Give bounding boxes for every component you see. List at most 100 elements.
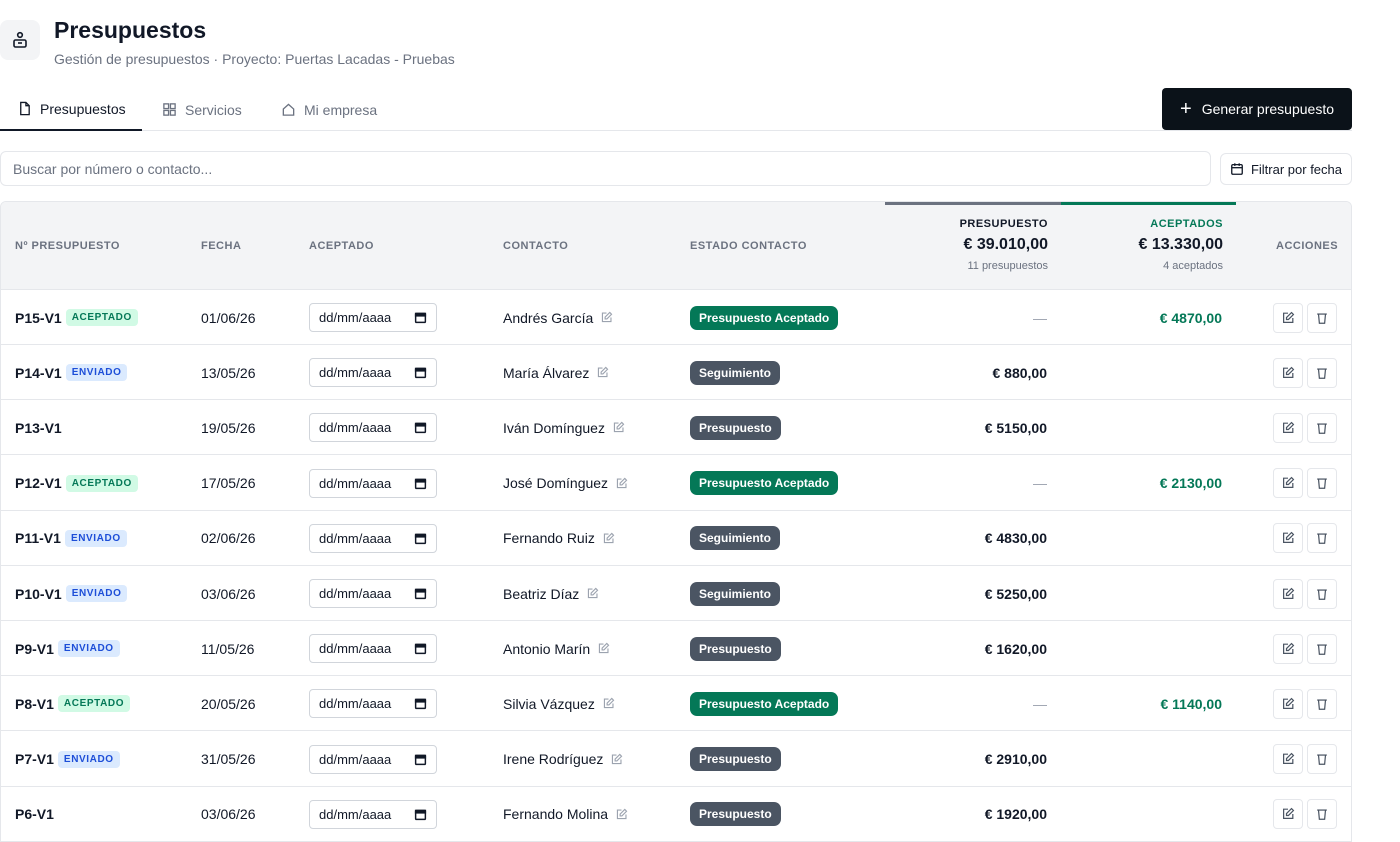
- edit-icon: [1283, 642, 1295, 654]
- contact-cell: Fernando Ruiz: [503, 511, 615, 566]
- date-placeholder: dd/mm/aaaa: [319, 365, 392, 381]
- contact-name[interactable]: Iván Domínguez: [503, 420, 605, 436]
- row-actions: [1273, 400, 1337, 455]
- accepted-date-input[interactable]: dd/mm/aaaa: [309, 579, 437, 608]
- search-input[interactable]: [0, 151, 1211, 186]
- trash-icon: [1317, 699, 1327, 710]
- edit-contact-icon[interactable]: [615, 477, 628, 490]
- contact-name[interactable]: Fernando Molina: [503, 806, 608, 822]
- edit-contact-icon[interactable]: [596, 366, 609, 379]
- edit-icon: [1283, 752, 1295, 765]
- edit-contact-icon[interactable]: [600, 311, 613, 324]
- contact-name[interactable]: Fernando Ruiz: [503, 530, 595, 546]
- calendar-icon[interactable]: [414, 697, 427, 710]
- delete-button[interactable]: [1307, 468, 1337, 499]
- edit-button[interactable]: [1273, 302, 1303, 333]
- accepted-date-input[interactable]: dd/mm/aaaa: [309, 689, 437, 719]
- presupuesto-amount: € 5150,00: [984, 419, 1047, 436]
- trash-icon: [1317, 312, 1327, 324]
- contact-name[interactable]: Beatriz Díaz: [503, 586, 579, 602]
- calendar-icon[interactable]: [414, 366, 427, 379]
- filter-by-date-button[interactable]: Filtrar por fecha: [1220, 153, 1352, 185]
- col-accepted[interactable]: ACEPTADO: [309, 240, 374, 252]
- edit-button[interactable]: [1273, 468, 1303, 499]
- calendar-icon[interactable]: [414, 587, 427, 600]
- delete-button[interactable]: [1307, 799, 1337, 830]
- col-status[interactable]: ESTADO CONTACTO: [690, 240, 807, 252]
- accepted-date-cell: dd/mm/aaaa: [309, 676, 437, 731]
- accepted-date-input[interactable]: dd/mm/aaaa: [309, 468, 437, 498]
- accepted-date-input[interactable]: dd/mm/aaaa: [309, 523, 437, 553]
- edit-contact-icon[interactable]: [602, 697, 615, 710]
- table-row: P7-V1 ENVIADO 31/05/26 dd/mm/aaaa Irene Rodr…: [1, 731, 1351, 787]
- calendar-icon[interactable]: [414, 532, 427, 545]
- status-badge: ACEPTADO: [65, 474, 138, 492]
- calendar-icon[interactable]: [414, 753, 427, 766]
- delete-button[interactable]: [1307, 412, 1337, 443]
- col-date[interactable]: FECHA: [201, 240, 241, 252]
- contact-name[interactable]: José Domínguez: [503, 475, 608, 491]
- edit-icon: [1283, 532, 1295, 544]
- accepted-date-input[interactable]: dd/mm/aaaa: [309, 358, 437, 388]
- generate-budget-button[interactable]: + Generar presupuesto: [1162, 88, 1352, 130]
- calendar-icon[interactable]: [414, 477, 427, 490]
- budget-number: P12-V1: [15, 475, 62, 492]
- calendar-icon[interactable]: [414, 421, 427, 434]
- accepted-date-input[interactable]: dd/mm/aaaa: [309, 413, 437, 443]
- budget-number-cell: P10-V1 ENVIADO: [15, 566, 128, 621]
- accepted-date-input[interactable]: dd/mm/aaaa: [309, 303, 437, 332]
- delete-button[interactable]: [1307, 357, 1337, 388]
- contact-name[interactable]: Andrés García: [503, 310, 593, 326]
- edit-contact-icon[interactable]: [586, 587, 599, 600]
- delete-button[interactable]: [1307, 523, 1337, 554]
- accepted-date-input[interactable]: dd/mm/aaaa: [309, 799, 437, 829]
- accepted-date-input[interactable]: dd/mm/aaaa: [309, 744, 437, 774]
- delete-button[interactable]: [1307, 688, 1337, 719]
- tab-servicios[interactable]: Servicios: [162, 88, 242, 131]
- accepted-date-input[interactable]: dd/mm/aaaa: [309, 634, 437, 664]
- edit-contact-icon[interactable]: [602, 532, 615, 545]
- row-actions: [1273, 621, 1337, 676]
- budget-number: P11-V1: [15, 530, 61, 547]
- contact-name[interactable]: Antonio Marín: [503, 641, 590, 657]
- calendar-icon[interactable]: [414, 808, 427, 821]
- aceptado-amount: [1061, 787, 1222, 842]
- col-contact[interactable]: CONTACTO: [503, 240, 568, 252]
- budget-number-cell: P11-V1 ENVIADO: [15, 511, 127, 566]
- delete-button[interactable]: [1307, 744, 1337, 775]
- delete-button[interactable]: [1307, 578, 1337, 609]
- contact-name[interactable]: María Álvarez: [503, 365, 589, 381]
- filter-label: Filtrar por fecha: [1250, 161, 1343, 177]
- edit-button[interactable]: [1273, 578, 1303, 609]
- edit-button[interactable]: [1273, 523, 1303, 554]
- tab-mi-empresa[interactable]: Mi empresa: [281, 88, 377, 131]
- contact-name[interactable]: Silvia Vázquez: [503, 696, 595, 712]
- calendar-icon[interactable]: [414, 311, 427, 324]
- edit-button[interactable]: [1273, 688, 1303, 719]
- edit-button[interactable]: [1273, 744, 1303, 775]
- date-cell: 11/05/26: [201, 640, 255, 657]
- delete-button[interactable]: [1307, 633, 1337, 664]
- budget-number-cell: P8-V1 ACEPTADO: [15, 676, 131, 731]
- calendar-icon[interactable]: [414, 642, 427, 655]
- col-number[interactable]: Nº PRESUPUESTO: [15, 240, 120, 252]
- file-icon: [20, 101, 30, 116]
- edit-contact-icon[interactable]: [615, 808, 628, 821]
- edit-contact-icon[interactable]: [612, 421, 625, 434]
- col-presupuesto-summary[interactable]: PRESUPUESTO € 39.010,00 11 presupuestos: [885, 202, 1061, 290]
- contact-name[interactable]: Irene Rodríguez: [503, 751, 603, 767]
- edit-button[interactable]: [1273, 633, 1303, 664]
- edit-button[interactable]: [1273, 357, 1303, 388]
- edit-contact-icon[interactable]: [597, 642, 610, 655]
- delete-button[interactable]: [1307, 302, 1337, 333]
- edit-button[interactable]: [1273, 412, 1303, 443]
- tab-presupuestos[interactable]: Presupuestos: [0, 88, 142, 131]
- date-placeholder: dd/mm/aaaa: [319, 696, 392, 712]
- contact-status-cell: Seguimiento: [690, 345, 781, 400]
- budget-number: P10-V1: [15, 585, 62, 602]
- row-actions: [1273, 787, 1337, 842]
- contact-status-pill: Seguimiento: [690, 581, 781, 606]
- edit-button[interactable]: [1273, 799, 1303, 830]
- col-aceptados-summary[interactable]: ACEPTADOS € 13.330,00 4 aceptados: [1061, 202, 1236, 290]
- edit-contact-icon[interactable]: [610, 753, 623, 766]
